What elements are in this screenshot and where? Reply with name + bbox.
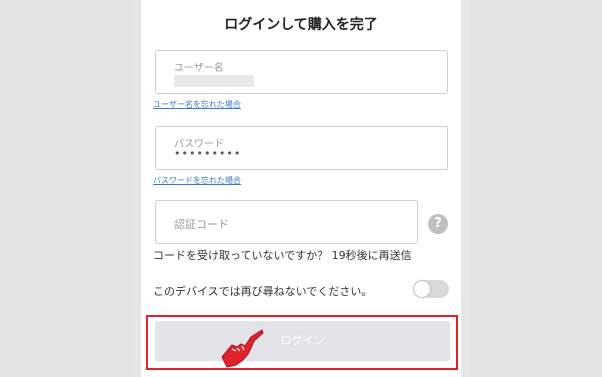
- help-icon[interactable]: ?: [428, 214, 448, 234]
- password-field[interactable]: パスワード •••••••••: [155, 126, 448, 170]
- verification-code-field[interactable]: 認証コード: [155, 200, 418, 244]
- forgot-password-link[interactable]: パスワードを忘れた場合: [153, 175, 241, 186]
- resend-code-text: コードを受け取っていないですか？ 19秒後に再送信: [153, 249, 412, 262]
- remember-device-label: このデバイスでは再び尋ねないでください。: [153, 285, 373, 298]
- forgot-username-link[interactable]: ユーザー名を忘れた場合: [153, 99, 241, 110]
- right-background: [471, 0, 602, 377]
- username-redacted-value: [174, 75, 254, 87]
- toggle-knob: [414, 281, 430, 297]
- username-field[interactable]: ユーザー名: [155, 50, 448, 94]
- login-button[interactable]: ログイン: [155, 321, 450, 361]
- verification-code-label: 認証コード: [174, 218, 229, 231]
- pointing-hand-icon: [221, 329, 264, 368]
- left-background: [0, 0, 131, 377]
- password-value: •••••••••: [174, 147, 242, 160]
- page-title: ログインして購入を完了: [224, 17, 378, 33]
- remember-device-toggle[interactable]: [413, 280, 449, 298]
- username-label: ユーザー名: [174, 63, 224, 74]
